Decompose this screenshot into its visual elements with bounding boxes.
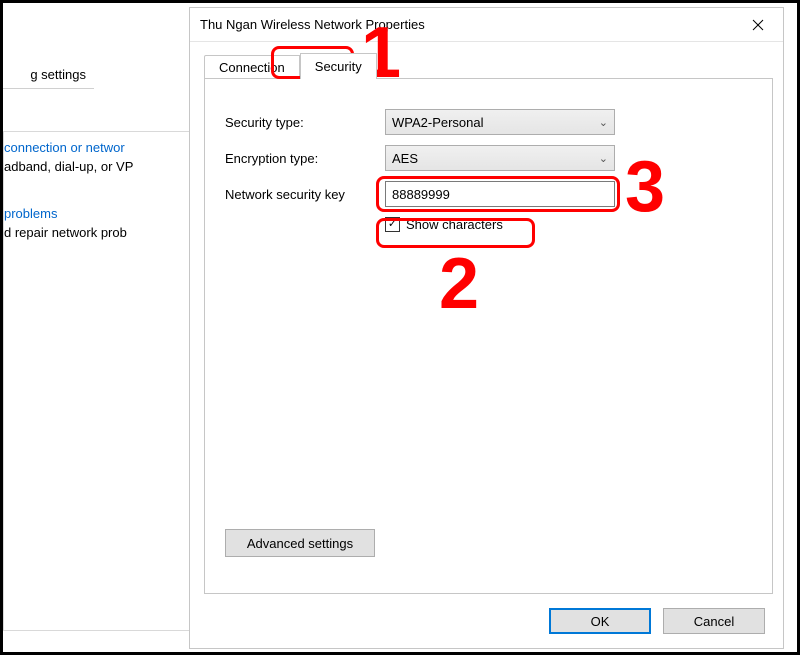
advanced-settings-button[interactable]: Advanced settings <box>225 529 375 557</box>
network-key-label: Network security key <box>225 187 385 202</box>
dialog-title: Thu Ngan Wireless Network Properties <box>200 17 425 32</box>
security-type-value: WPA2-Personal <box>392 115 484 130</box>
cancel-button[interactable]: Cancel <box>663 608 765 634</box>
security-type-label: Security type: <box>225 115 385 130</box>
background-box: connection or networ adband, dial-up, or… <box>3 131 203 631</box>
chevron-down-icon: ⌄ <box>599 152 608 165</box>
chevron-down-icon: ⌄ <box>599 116 608 129</box>
wireless-properties-dialog: Thu Ngan Wireless Network Properties Con… <box>189 7 784 649</box>
dialog-titlebar: Thu Ngan Wireless Network Properties <box>190 8 783 42</box>
tab-security[interactable]: Security <box>300 53 377 79</box>
encryption-type-value: AES <box>392 151 418 166</box>
tab-strip: Connection Security <box>204 52 773 78</box>
network-key-input[interactable] <box>385 181 615 207</box>
security-type-dropdown[interactable]: WPA2-Personal ⌄ <box>385 109 615 135</box>
dialog-button-row: OK Cancel <box>190 594 783 648</box>
show-characters-checkbox[interactable]: ✓ <box>385 217 400 232</box>
ok-button[interactable]: OK <box>549 608 651 634</box>
encryption-type-dropdown[interactable]: AES ⌄ <box>385 145 615 171</box>
tab-connection[interactable]: Connection <box>204 55 300 79</box>
close-icon <box>752 19 764 31</box>
encryption-type-label: Encryption type: <box>225 151 385 166</box>
tab-content-security: Security type: WPA2-Personal ⌄ Encryptio… <box>204 78 773 594</box>
bg-text-broadband: adband, dial-up, or VP <box>4 155 133 178</box>
show-characters-label: Show characters <box>406 217 503 232</box>
bg-text-repair: d repair network prob <box>4 221 127 244</box>
background-heading: g settings <box>3 65 94 89</box>
close-button[interactable] <box>733 8 783 42</box>
